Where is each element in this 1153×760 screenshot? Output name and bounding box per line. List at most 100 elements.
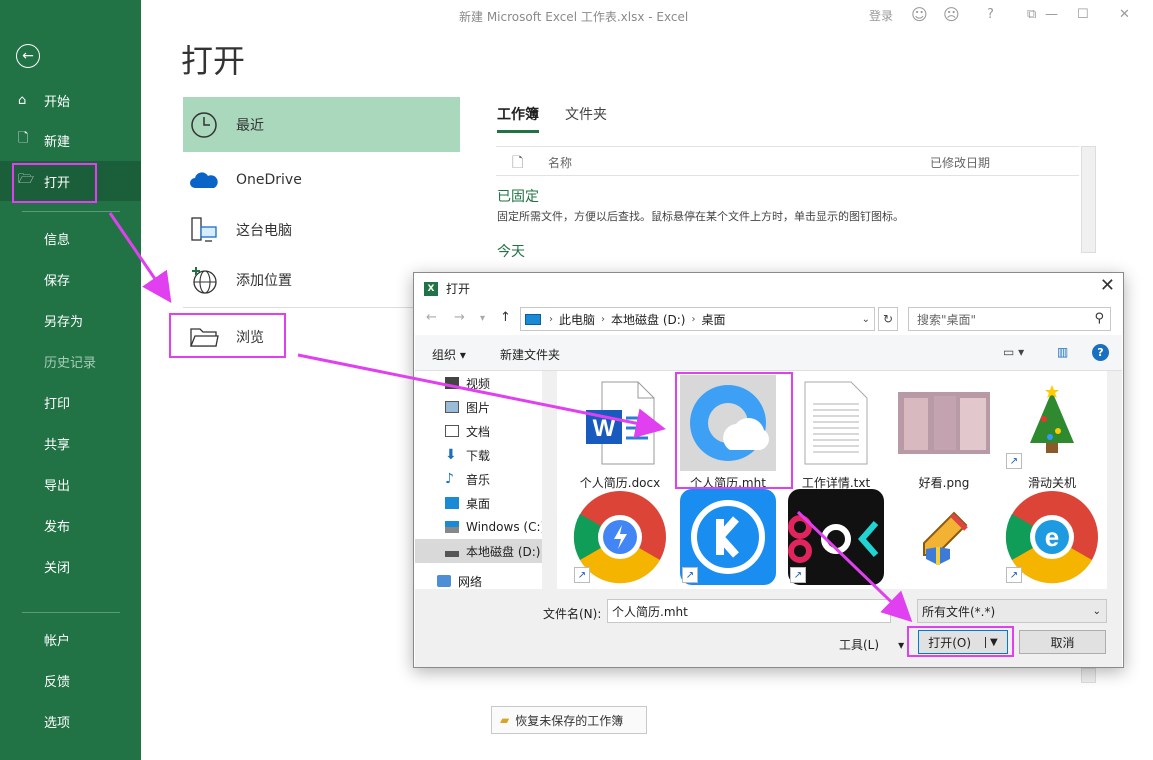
files-scrollbar[interactable] [1107,371,1122,589]
cloud-icon [189,165,219,195]
tree-item-desktop[interactable]: 桌面 [445,491,556,515]
new-folder-button[interactable]: 新建文件夹 [500,346,560,363]
title-bar: 新建 Microsoft Excel 工作表.xlsx - Excel 登录 ☺… [141,0,1153,32]
list-scrollbar-down[interactable] [1081,668,1096,683]
file-item[interactable]: e ↗ [1002,489,1102,585]
dialog-toolbar: 组织 ▾ 新建文件夹 ▭ ▾ ▥ ? [415,335,1122,371]
address-bar[interactable]: › 此电脑 › 本地磁盘 (D:) › 桌面 ⌄ [520,307,875,331]
location-recent[interactable]: 最近 [183,97,460,152]
tree-item-music[interactable]: ♪ 音乐 [445,467,556,491]
nav-new[interactable]: 🗋 新建 [0,120,141,160]
help-icon[interactable]: ? [987,7,994,22]
pinned-hint: 固定所需文件，方便以后查找。鼠标悬停在某个文件上方时，单击显示的图钉图标。 [497,210,904,223]
login-link[interactable]: 登录 [869,7,893,24]
music-icon: ♪ [445,471,454,487]
highlight-box [907,626,1014,657]
help-icon[interactable]: ? [1092,344,1109,361]
document-icon [445,425,459,437]
file-item[interactable]: 好看.png [894,375,994,491]
tree-scrollbar[interactable] [542,371,557,589]
nav-export[interactable]: 导出 [0,464,141,504]
windows-drive-icon [445,521,459,533]
tree-item-pictures[interactable]: 图片 [445,395,556,419]
nav-account[interactable]: 帐户 [0,619,141,659]
nav-home[interactable]: ⌂ 开始 [0,80,141,120]
nav-print[interactable]: 打印 [0,382,141,422]
refresh-icon[interactable]: ↻ [878,307,898,331]
page-title: 打开 [181,42,246,80]
maximize-button[interactable]: ☐ [1077,7,1089,22]
list-scrollbar[interactable] [1081,146,1096,253]
tree-item-drive-d[interactable]: 本地磁盘 (D:) [415,539,543,563]
chevron-down-icon[interactable]: ▾ [895,603,900,614]
back-arrow-icon[interactable]: ← [16,44,40,68]
breadcrumb-item[interactable]: 桌面 [701,311,725,328]
nav-share[interactable]: 共享 [0,423,141,463]
tree-item-videos[interactable]: 视频 [445,371,556,395]
file-item[interactable]: ↗ [570,489,670,585]
column-name[interactable]: 名称 [548,154,572,171]
preview-pane-icon[interactable]: ▥ [1057,345,1068,359]
chevron-down-icon[interactable]: ⌄ [862,314,870,325]
recover-unsaved-button[interactable]: ▰ 恢复未保存的工作簿 [491,706,647,734]
nav-close[interactable]: 关闭 [0,546,141,586]
minimize-button[interactable]: — [1045,7,1058,22]
column-modified[interactable]: 已修改日期 [930,154,990,171]
file-item[interactable]: 工作详情.txt [786,375,886,491]
picture-icon [445,401,459,413]
svg-text:e: e [1045,522,1059,552]
up-icon[interactable]: ↑ [500,310,511,325]
filename-label: 文件名(N): [543,607,602,621]
file-item[interactable]: ↗ [678,489,778,585]
breadcrumb-item[interactable]: 此电脑 [559,311,595,328]
tab-folders[interactable]: 文件夹 [565,104,607,133]
globe-add-icon [189,265,219,295]
filename-input[interactable]: 个人简历.mht [607,599,891,623]
forward-icon[interactable]: → [454,310,465,325]
network-icon [437,575,451,587]
dialog-title: 打开 [446,282,471,296]
tools-menu[interactable]: 工具(L) ▾ [839,636,904,653]
tree-item-documents[interactable]: 文档 [445,419,556,443]
file-item[interactable] [894,489,994,585]
smile-icon[interactable]: ☺ [911,5,928,24]
nav-history: 历史记录 [44,355,97,371]
nav-feedback[interactable]: 反馈 [0,660,141,700]
shortcut-arrow-icon: ↗ [1006,567,1022,583]
ribbon-display-icon[interactable]: ⧉ [1027,7,1036,22]
nav-save-as[interactable]: 另存为 [0,300,141,340]
nav-options[interactable]: 选项 [0,701,141,741]
organize-menu[interactable]: 组织 ▾ [432,346,466,363]
dialog-close-icon[interactable]: ✕ [1100,275,1115,296]
nav-info[interactable]: 信息 [0,218,141,258]
file-item[interactable]: ↗ 滑动关机 [1002,375,1102,491]
close-button[interactable]: ✕ [1119,7,1130,22]
breadcrumb-item[interactable]: 本地磁盘 (D:) [611,311,685,328]
tree-item-downloads[interactable]: ⬇ 下载 [445,443,556,467]
text-file-icon [788,375,884,471]
sidebar-divider [22,211,120,212]
file-grid: W 个人简历.docx 个人简历.mht 工作详情.txt 好看.png ↗ 滑… [560,371,1107,589]
location-onedrive[interactable]: OneDrive [183,155,460,205]
file-item[interactable]: ↗ [786,489,886,585]
tab-workbooks[interactable]: 工作簿 [497,104,539,133]
cancel-button[interactable]: 取消 [1019,630,1106,654]
download-icon: ⬇ [445,447,457,463]
highlight-box [169,313,286,358]
recent-dropdown-icon[interactable]: ▾ [480,313,485,324]
drive-icon [445,545,459,557]
home-icon: ⌂ [18,92,27,108]
frown-icon[interactable]: ☹ [943,5,960,24]
nav-publish[interactable]: 发布 [0,505,141,545]
filetype-select[interactable]: 所有文件(*.*) ⌄ [917,599,1107,623]
nav-save[interactable]: 保存 [0,259,141,299]
pinned-heading: 已固定 [497,189,539,205]
search-input[interactable]: 搜索"桌面" ⚲ [908,307,1111,331]
shortcut-arrow-icon: ↗ [790,567,806,583]
location-this-pc[interactable]: 这台电脑 [183,205,460,255]
back-icon[interactable]: ← [426,310,437,325]
view-icon[interactable]: ▭ ▾ [1003,345,1024,359]
sidebar-divider [22,612,120,613]
tree-item-drive-c[interactable]: Windows (C:) [445,515,556,539]
file-item[interactable]: W 个人简历.docx [570,375,670,491]
